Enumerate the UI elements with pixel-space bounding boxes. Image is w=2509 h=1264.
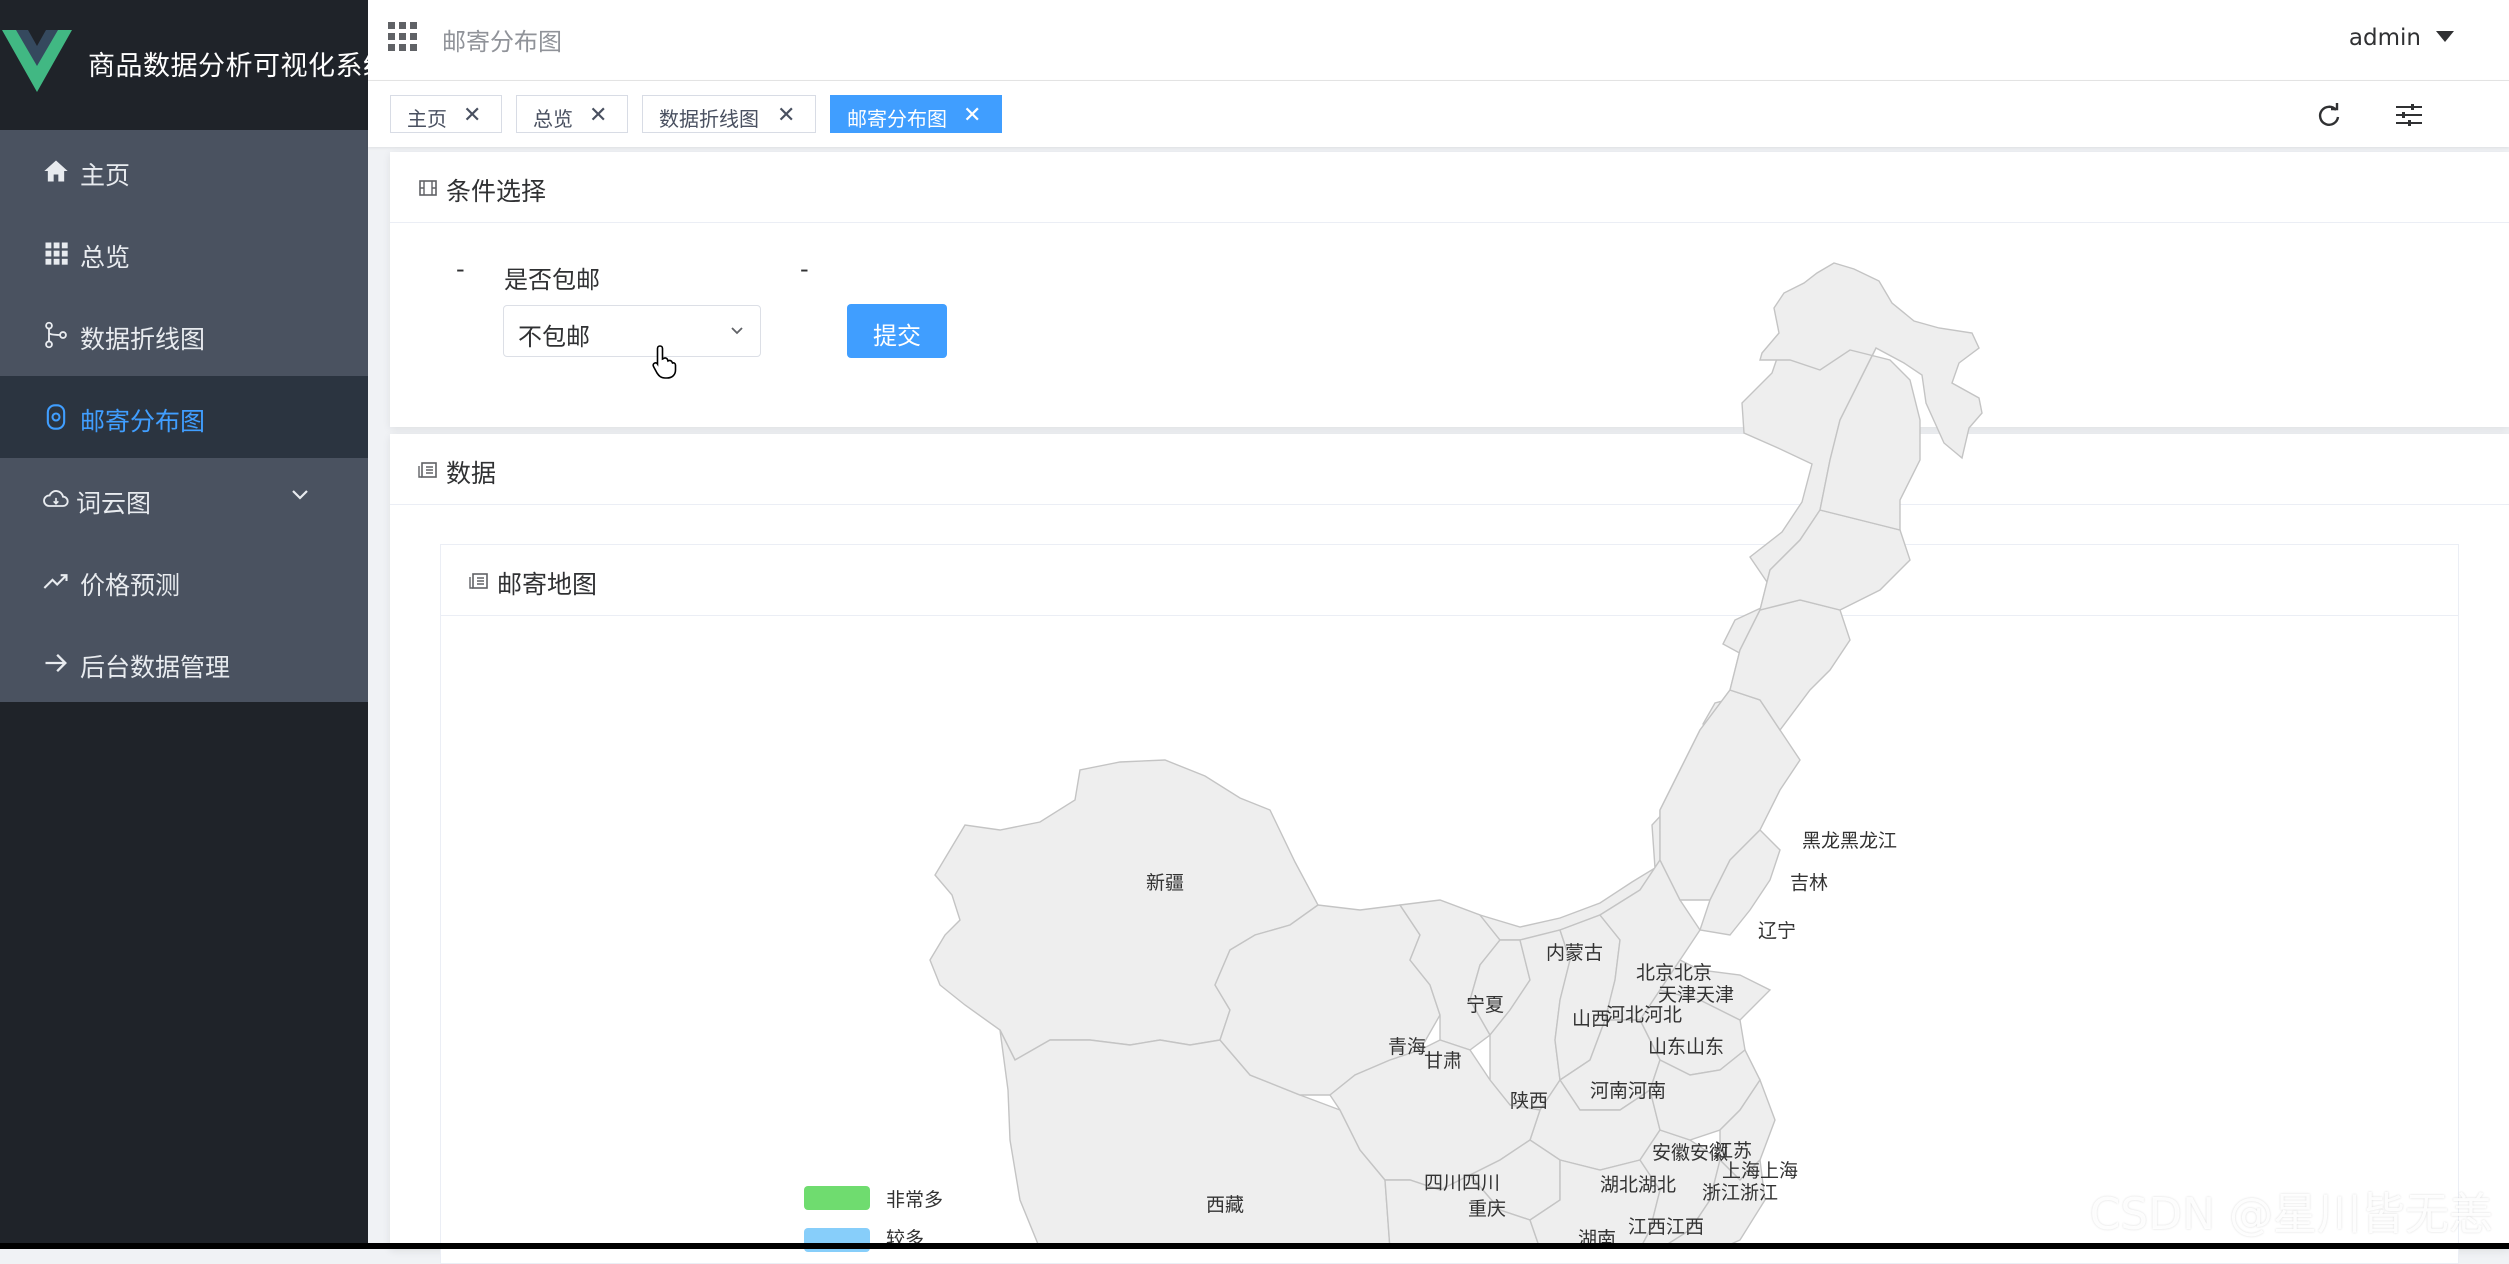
province-label[interactable]: 浙江浙江 [1702, 1178, 1778, 1205]
province-label[interactable]: 陕西 [1510, 1086, 1548, 1113]
province-label[interactable]: 辽宁 [1758, 916, 1796, 943]
province-label[interactable]: 吉林 [1790, 868, 1828, 895]
province-label[interactable]: 黑龙黑龙江 [1802, 826, 1897, 853]
province-label[interactable]: 河南河南 [1590, 1076, 1666, 1103]
bottom-edge [0, 1243, 2509, 1249]
legend-swatch-very-many[interactable] [804, 1186, 870, 1210]
province-label[interactable]: 山东山东 [1648, 1032, 1724, 1059]
province-label[interactable]: 宁夏 [1466, 990, 1504, 1017]
province-label[interactable]: 西藏 [1206, 1190, 1244, 1217]
province-label[interactable]: 山西 [1572, 1004, 1610, 1031]
legend-label[interactable]: 非常多 [886, 1185, 943, 1212]
province-label[interactable]: 天津天津 [1658, 980, 1734, 1007]
province-label[interactable]: 甘肃 [1424, 1046, 1462, 1073]
province-label[interactable]: 湖北湖北 [1600, 1170, 1676, 1197]
province-label[interactable]: 重庆 [1468, 1194, 1506, 1221]
province-label[interactable]: 江西江西 [1628, 1212, 1704, 1239]
china-map-graphic [929, 262, 1983, 1249]
province-label[interactable]: 青海 [1388, 1032, 1426, 1059]
province-label[interactable]: 四川四川 [1424, 1168, 1500, 1195]
province-label[interactable]: 新疆 [1146, 868, 1184, 895]
province-label[interactable]: 内蒙古 [1546, 938, 1603, 965]
watermark: CSDN @星川皆无恙 [2089, 1189, 2493, 1240]
map-land [929, 262, 1983, 1249]
